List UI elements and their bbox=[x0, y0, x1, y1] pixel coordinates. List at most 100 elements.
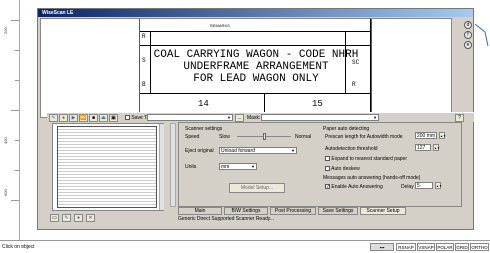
units-dropdown[interactable]: mm bbox=[219, 163, 257, 170]
ruler-tick bbox=[15, 80, 19, 81]
checkbox-icon bbox=[125, 115, 130, 121]
vsnap-toggle[interactable]: VSNAP bbox=[417, 243, 435, 251]
record-icon[interactable]: ● bbox=[74, 214, 83, 222]
prescan-label: Prescan length for Autowidth mode bbox=[325, 134, 403, 140]
threshold-input[interactable]: 127 bbox=[415, 144, 431, 151]
ruler-tick bbox=[11, 20, 19, 21]
speed-label: Speed bbox=[185, 134, 200, 140]
zoom-out-button[interactable]: e bbox=[464, 41, 472, 49]
units-label: Units bbox=[185, 164, 197, 170]
pen-icon[interactable]: ✎ bbox=[62, 214, 71, 222]
play-icon[interactable]: ▶ bbox=[69, 114, 78, 122]
cad-line-fragment bbox=[475, 23, 489, 47]
thumbnail-panel[interactable] bbox=[52, 123, 164, 211]
enable-auto-answering-checkbox[interactable]: Enable Auto Answering bbox=[325, 184, 383, 190]
drawing-title-line: FOR LEAD WAGON ONLY bbox=[193, 73, 319, 85]
paper-detect-heading: Paper auto detecting bbox=[323, 126, 370, 132]
tab-bw-settings[interactable]: B/W Settings bbox=[224, 207, 268, 215]
status-bar: Click on object ▪▪▪ RSNAP VSNAP POLAR GR… bbox=[0, 240, 490, 253]
drawing-line bbox=[140, 45, 372, 46]
tab-main[interactable]: Main bbox=[178, 207, 222, 215]
ruler-tick bbox=[11, 200, 19, 201]
eject-label: Eject original bbox=[185, 148, 214, 154]
save-to-dropdown[interactable] bbox=[147, 114, 233, 121]
drawing-top-text: REMARKS bbox=[210, 23, 230, 28]
scan-icon[interactable]: ✎ bbox=[49, 114, 58, 122]
crop-marker-left[interactable] bbox=[139, 19, 140, 117]
preview-icon[interactable]: ▣ bbox=[109, 114, 118, 122]
tab-scanner-setup[interactable]: Scanner Setup bbox=[360, 207, 406, 215]
thumbnail-scrollbar[interactable] bbox=[159, 124, 164, 210]
drawing-title-line: COAL CARRYING WAGON - CODE NHRH bbox=[153, 49, 359, 61]
drawing-number: 14 bbox=[198, 99, 209, 109]
rsnap-toggle[interactable]: RSNAP bbox=[396, 243, 416, 251]
help-icon[interactable]: ? bbox=[455, 114, 464, 122]
ruler-tick bbox=[15, 170, 19, 171]
prescan-spinner[interactable]: ▲▼ bbox=[439, 132, 446, 139]
threshold-spinner[interactable]: ▲▼ bbox=[433, 144, 440, 151]
stop-icon[interactable]: ■ bbox=[89, 114, 98, 122]
checkbox-checked-icon bbox=[325, 184, 330, 190]
speed-slow-label: Slow bbox=[219, 134, 230, 140]
expand-label: Expand to nearest standard paper bbox=[331, 156, 407, 162]
drawing-title-line: UNDERFRAME ARRANGEMENT bbox=[183, 61, 329, 73]
side-label: R bbox=[352, 81, 356, 88]
polar-toggle[interactable]: POLAR bbox=[436, 243, 454, 251]
delay-input[interactable]: 5 bbox=[415, 182, 433, 189]
model-setup-button[interactable]: Model Setup... bbox=[229, 183, 285, 193]
close-icon[interactable]: ✕ bbox=[86, 214, 95, 222]
zoom-in-button[interactable]: d bbox=[464, 21, 472, 29]
eject-dropdown[interactable]: Unload forward bbox=[219, 147, 297, 154]
record-icon[interactable]: ● bbox=[59, 114, 68, 122]
browse-button[interactable]: ... bbox=[235, 114, 244, 122]
panel-scrollbar[interactable] bbox=[170, 123, 176, 207]
prescan-input[interactable]: 200 mm bbox=[415, 132, 437, 139]
mask-label: Mask: bbox=[247, 115, 261, 121]
drawing-line bbox=[140, 31, 372, 32]
speed-slider-thumb[interactable] bbox=[263, 133, 266, 140]
drawing-title: COAL CARRYING WAGON - CODE NHRH UNDERFRA… bbox=[140, 49, 372, 85]
ruler-label: 600 bbox=[3, 189, 8, 196]
ruler-tick bbox=[15, 50, 19, 51]
window-title: WiseScan LE bbox=[42, 10, 74, 16]
margin-label: S bbox=[142, 57, 146, 64]
ruler-tick bbox=[11, 110, 19, 111]
enable-auto-answering-label: Enable Auto Answering bbox=[331, 184, 383, 190]
vertical-ruler: 200 400 600 bbox=[0, 0, 20, 240]
threshold-label: Autodetection threshold bbox=[325, 146, 378, 152]
crop-marker-right[interactable] bbox=[371, 19, 372, 117]
scanner-status-text: Generic Direct Supported Scanner Ready..… bbox=[178, 216, 275, 222]
ruler-tick bbox=[15, 140, 19, 141]
tab-save-settings[interactable]: Save Settings bbox=[318, 207, 358, 215]
drawing-number: 15 bbox=[312, 99, 323, 109]
status-indicator-icon: ▪▪▪ bbox=[370, 243, 394, 251]
ruler-label: 400 bbox=[3, 137, 8, 144]
mask-dropdown[interactable] bbox=[261, 114, 379, 121]
grid-toggle[interactable]: GRID bbox=[455, 243, 469, 251]
ortho-toggle[interactable]: ORTHO bbox=[470, 243, 489, 251]
expand-checkbox[interactable]: Expand to nearest standard paper bbox=[325, 156, 407, 162]
fit-button[interactable]: f bbox=[464, 31, 472, 39]
delay-spinner[interactable]: ▲▼ bbox=[435, 182, 442, 189]
drawing-image: REMARKS COAL CARRYING WAGON - CODE NHRH … bbox=[139, 19, 372, 117]
ruler-label: 200 bbox=[3, 27, 8, 34]
messages-heading: Messages auto answering (hands-off mode) bbox=[323, 175, 421, 181]
window-titlebar[interactable]: WiseScan LE bbox=[38, 9, 473, 17]
scan-preview[interactable]: REMARKS COAL CARRYING WAGON - CODE NHRH … bbox=[40, 18, 452, 118]
fast-forward-icon[interactable]: ⏩ bbox=[79, 114, 88, 122]
side-label: SC bbox=[352, 59, 360, 66]
deskew-checkbox[interactable]: Auto deskew bbox=[325, 166, 360, 172]
settings-panel: Scanner settings Speed Slow Normal Eject… bbox=[178, 122, 462, 207]
eject-icon[interactable]: ⏏ bbox=[99, 114, 108, 122]
page-icon[interactable]: ▭ bbox=[50, 214, 59, 222]
status-text: Click on object bbox=[2, 244, 35, 250]
speed-normal-label: Normal bbox=[295, 134, 312, 140]
checkbox-icon bbox=[325, 166, 330, 172]
tab-post-processing[interactable]: Post Processing bbox=[270, 207, 316, 215]
delay-label: Delay bbox=[401, 184, 414, 190]
margin-label: B bbox=[142, 81, 146, 88]
scanner-settings-heading: Scanner settings bbox=[185, 126, 223, 132]
drawing-line bbox=[140, 93, 372, 94]
scan-toolbar: ✎ ● ▶ ⏩ ■ ⏏ ▣ Save To: ... Mask: ? bbox=[47, 112, 474, 122]
deskew-label: Auto deskew bbox=[331, 166, 360, 172]
